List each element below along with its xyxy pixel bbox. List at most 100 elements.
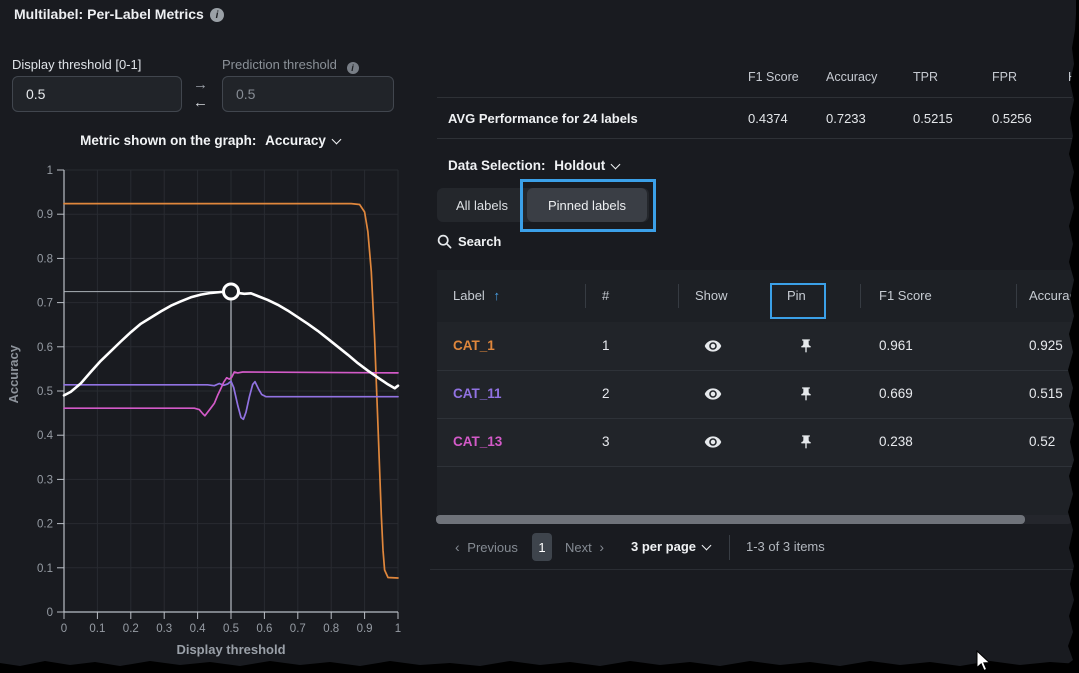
svg-text:0: 0 <box>47 607 53 619</box>
metric-dropdown-value: Accuracy <box>265 133 326 148</box>
data-selection-label: Data Selection: <box>448 158 546 173</box>
prediction-threshold-label: Prediction threshold i <box>222 57 359 74</box>
accuracy-threshold-chart[interactable]: 0 0.1 0.2 0.3 0.4 0.5 0.6 0.7 0.8 0.9 1 0 0.1 0.2 0.3 0… <box>0 160 430 642</box>
svg-text:0: 0 <box>61 623 67 635</box>
stat-col-tpr: TPR <box>913 70 938 84</box>
svg-text:0.9: 0.9 <box>357 623 373 635</box>
per-page-value: 3 per page <box>631 539 696 554</box>
metric-dropdown[interactable]: Accuracy <box>265 133 340 148</box>
multilabel-metrics-panel: Multilabel: Per-Label Metrics i Display … <box>0 0 1079 673</box>
divider <box>437 138 1072 139</box>
data-selection: Data Selection: Holdout <box>448 158 619 173</box>
chevron-down-icon <box>611 160 621 170</box>
label-link[interactable]: CAT_13 <box>453 434 502 449</box>
horizontal-scrollbar-thumb[interactable] <box>436 515 1025 524</box>
search-label: Search <box>458 234 501 249</box>
stat-col-fpr: FPR <box>992 70 1017 84</box>
prediction-threshold-label-text: Prediction threshold <box>222 57 337 72</box>
labels-table-header <box>437 270 1079 322</box>
previous-label: Previous <box>467 540 518 555</box>
svg-text:0.1: 0.1 <box>89 623 105 635</box>
label-link[interactable]: CAT_1 <box>453 338 495 353</box>
avg-accuracy-value: 0.7233 <box>826 111 866 126</box>
tab-all-labels-text: All labels <box>456 198 508 213</box>
arrow-right-icon: → <box>193 76 208 93</box>
avg-performance-label: AVG Performance for 24 labels <box>448 111 638 126</box>
prediction-threshold-value: 0.5 <box>236 86 255 102</box>
data-selection-dropdown[interactable]: Holdout <box>554 158 619 173</box>
row-accuracy: 0.52 <box>1029 434 1055 449</box>
display-threshold-value: 0.5 <box>26 86 45 102</box>
chevron-down-icon <box>702 541 712 551</box>
svg-text:1: 1 <box>395 623 401 635</box>
column-header-label[interactable]: Label ↑ <box>453 288 500 303</box>
mouse-cursor <box>976 650 992 672</box>
stat-col-accuracy: Accuracy <box>826 70 877 84</box>
svg-text:0.8: 0.8 <box>37 253 53 265</box>
pin-icon[interactable] <box>798 338 814 354</box>
svg-text:0.4: 0.4 <box>37 430 54 442</box>
svg-text:0.5: 0.5 <box>37 386 53 398</box>
info-icon[interactable]: i <box>210 8 224 22</box>
show-eye-icon[interactable] <box>704 337 722 355</box>
annotation-box-pin-column <box>770 283 826 319</box>
show-eye-icon[interactable] <box>704 385 722 403</box>
divider <box>437 466 1079 467</box>
info-icon[interactable]: i <box>347 62 359 74</box>
divider <box>430 569 1079 570</box>
chevron-right-icon: › <box>599 539 604 555</box>
next-button[interactable]: Next › <box>565 539 604 555</box>
table-row: CAT_13 3 0.238 0.52 <box>437 419 1079 466</box>
avg-fpr-value: 0.5256 <box>992 111 1032 126</box>
svg-text:0.2: 0.2 <box>37 519 53 531</box>
page-title: Multilabel: Per-Label Metrics <box>14 6 204 22</box>
svg-text:0.6: 0.6 <box>256 623 272 635</box>
svg-text:0.5: 0.5 <box>223 623 239 635</box>
avg-f1-value: 0.4374 <box>748 111 788 126</box>
display-threshold-input[interactable]: 0.5 <box>12 76 182 112</box>
previous-button[interactable]: ‹ Previous <box>455 539 518 555</box>
svg-text:0.3: 0.3 <box>156 623 172 635</box>
column-header-f1[interactable]: F1 Score <box>879 288 932 303</box>
pin-icon[interactable] <box>798 434 814 450</box>
sort-asc-icon: ↑ <box>493 288 500 303</box>
divider <box>678 284 679 308</box>
row-accuracy: 0.925 <box>1029 338 1063 353</box>
svg-text:0.1: 0.1 <box>37 563 53 575</box>
svg-text:0.3: 0.3 <box>37 474 53 486</box>
row-f1: 0.669 <box>879 386 913 401</box>
label-link[interactable]: CAT_11 <box>453 386 502 401</box>
prediction-threshold-input[interactable]: 0.5 <box>222 76 394 112</box>
items-range: 1-3 of 3 items <box>746 539 825 554</box>
per-page-dropdown[interactable]: 3 per page <box>631 539 710 554</box>
torn-edge-bottom <box>0 657 1079 673</box>
column-header-num[interactable]: # <box>602 288 609 303</box>
row-f1: 0.961 <box>879 338 913 353</box>
svg-text:0.2: 0.2 <box>123 623 139 635</box>
svg-text:0.7: 0.7 <box>290 623 306 635</box>
divider <box>1016 284 1017 308</box>
svg-text:0.9: 0.9 <box>37 209 53 221</box>
column-header-show[interactable]: Show <box>695 288 728 303</box>
stat-col-f1: F1 Score <box>748 70 799 84</box>
row-rank: 3 <box>602 434 610 449</box>
tab-all-labels[interactable]: All labels <box>437 188 527 222</box>
x-axis-label: Display threshold <box>64 642 398 657</box>
search-icon <box>437 234 452 249</box>
svg-text:0.8: 0.8 <box>323 623 339 635</box>
page-1-button[interactable]: 1 <box>532 533 552 561</box>
pin-icon[interactable] <box>798 386 814 402</box>
chart-title: Metric shown on the graph: Accuracy <box>0 133 420 148</box>
divider <box>437 97 1072 98</box>
row-accuracy: 0.515 <box>1029 386 1063 401</box>
y-axis-label: Accuracy <box>6 345 21 404</box>
search-control[interactable]: Search <box>437 234 501 249</box>
chevron-left-icon: ‹ <box>455 539 460 555</box>
show-eye-icon[interactable] <box>704 433 722 451</box>
row-f1: 0.238 <box>879 434 913 449</box>
avg-tpr-value: 0.5215 <box>913 111 953 126</box>
svg-text:0.6: 0.6 <box>37 342 53 354</box>
divider <box>585 284 586 308</box>
table-row: CAT_11 2 0.669 0.515 <box>437 371 1079 418</box>
torn-edge-right <box>1065 0 1079 673</box>
